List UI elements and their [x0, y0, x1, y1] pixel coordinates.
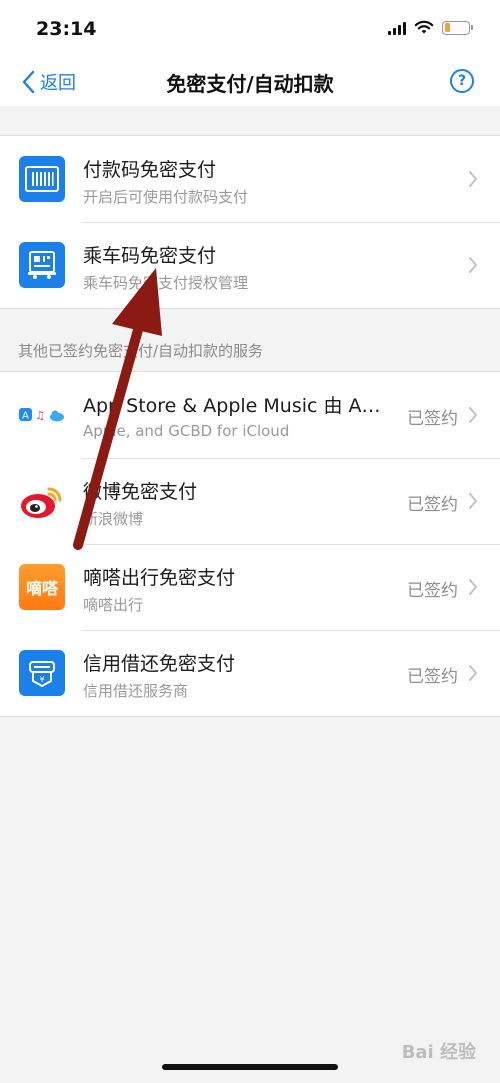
dida-icon: 嘀嗒	[19, 564, 65, 610]
status-bar: 23:14	[0, 0, 500, 58]
status-badge: 已签约	[407, 495, 458, 515]
chevron-right-icon	[469, 407, 478, 423]
row-title: 微博免密支付	[83, 481, 198, 503]
row-title: 信用借还免密支付	[83, 653, 236, 675]
payment-code-group: 付款码免密支付 开启后可使用付款码支付 乘车码免密支付 乘车码免密支付授权管理	[0, 135, 500, 309]
chevron-right-icon	[469, 171, 478, 187]
chevron-right-icon	[469, 665, 478, 681]
row-title: 付款码免密支付	[83, 159, 217, 181]
row-subtitle: 乘车码免密支付授权管理	[83, 274, 249, 292]
chevron-right-icon	[469, 493, 478, 509]
svg-text:♫: ♫	[35, 409, 45, 422]
list-item-app-store[interactable]: A ♫ App Store & Apple Music 由 Apple, and…	[0, 372, 500, 458]
home-indicator	[162, 1064, 338, 1070]
navigation-bar: 返回 免密支付/自动扣款 ?	[0, 58, 500, 106]
barcode-icon	[19, 156, 65, 202]
watermark: Bai 经验	[401, 1042, 476, 1063]
app-store-icon: A ♫	[19, 392, 65, 438]
row-subtitle: 嘀嗒出行	[83, 596, 144, 614]
help-button[interactable]: ?	[450, 69, 474, 93]
chevron-right-icon	[469, 579, 478, 595]
battery-icon	[442, 20, 473, 35]
row-title: App Store & Apple Music 由 Apple, and GCB…	[83, 395, 383, 417]
wifi-icon	[414, 20, 434, 34]
qr-bus-icon	[19, 242, 65, 288]
signed-services-group: A ♫ App Store & Apple Music 由 Apple, and…	[0, 371, 500, 717]
svg-text:¥: ¥	[39, 675, 44, 684]
list-item-bus-code[interactable]: 乘车码免密支付 乘车码免密支付授权管理	[0, 222, 500, 308]
row-subtitle: 新浪微博	[83, 510, 144, 528]
status-badge: 已签约	[407, 667, 458, 687]
status-icons	[388, 20, 473, 35]
row-subtitle: Apple, and GCBD for iCloud	[83, 422, 290, 440]
row-title: 乘车码免密支付	[83, 245, 217, 267]
status-badge: 已签约	[407, 581, 458, 601]
row-subtitle: 信用借还服务商	[83, 682, 189, 700]
cellular-signal-icon	[388, 21, 406, 35]
svg-text:A: A	[22, 411, 29, 422]
row-title: 嘀嗒出行免密支付	[83, 567, 236, 589]
credit-lend-icon: ¥	[19, 650, 65, 696]
status-badge: 已签约	[407, 409, 458, 429]
list-item-credit-lend[interactable]: ¥ 信用借还免密支付 信用借还服务商 已签约	[0, 630, 500, 716]
row-subtitle: 开启后可使用付款码支付	[83, 188, 249, 206]
list-item-payment-code[interactable]: 付款码免密支付 开启后可使用付款码支付	[0, 136, 500, 222]
list-item-weibo[interactable]: 微博免密支付 新浪微博 已签约	[0, 458, 500, 544]
status-time: 23:14	[36, 18, 97, 40]
chevron-right-icon	[469, 257, 478, 273]
section-header: 其他已签约免密支付/自动扣款的服务	[18, 342, 264, 360]
page-title: 免密支付/自动扣款	[166, 72, 334, 96]
list-item-dida[interactable]: 嘀嗒 嘀嗒出行免密支付 嘀嗒出行 已签约	[0, 544, 500, 630]
weibo-icon	[19, 478, 65, 524]
